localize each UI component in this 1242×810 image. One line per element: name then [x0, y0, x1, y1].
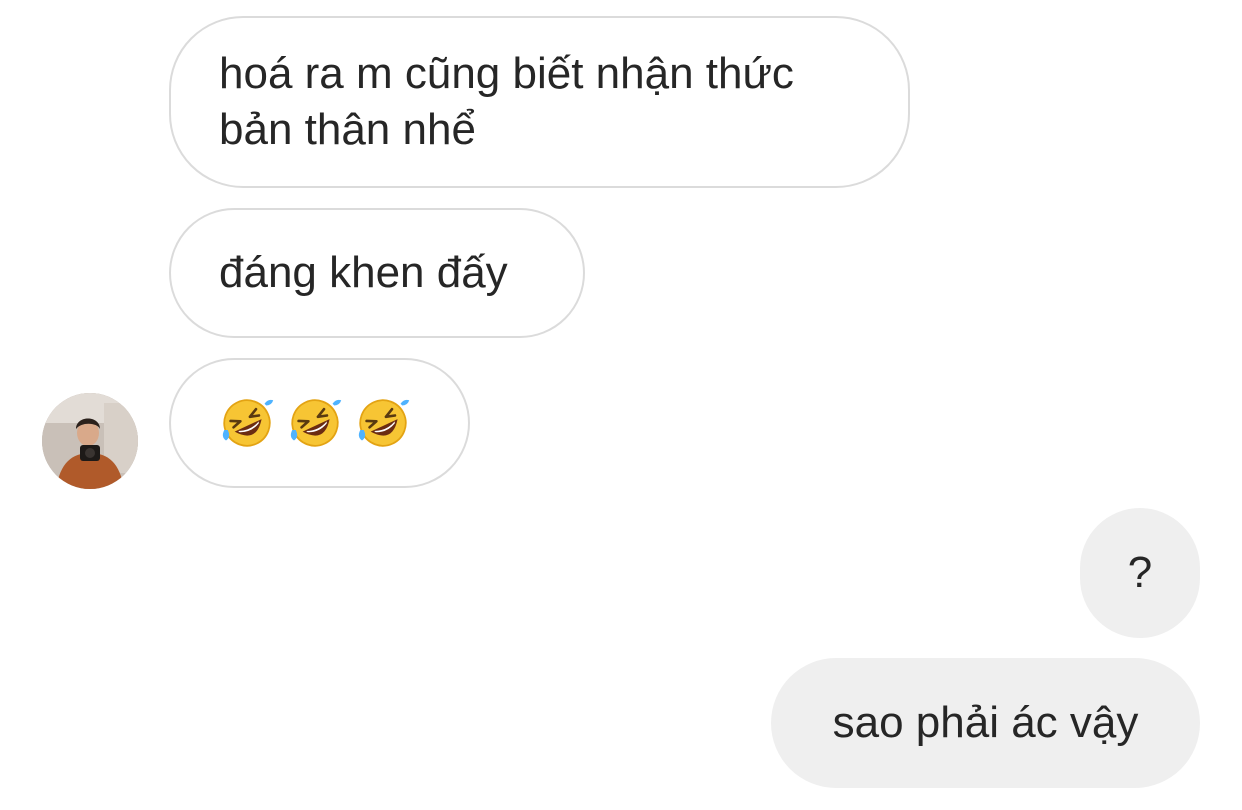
incoming-message-bubble[interactable]: hoá ra m cũng biết nhận thức bản thân nh… — [169, 16, 910, 188]
incoming-message-bubble[interactable]: đáng khen đấy — [169, 208, 585, 338]
rolling-on-floor-laughing-icon — [222, 399, 274, 447]
message-text: ? — [1127, 548, 1153, 597]
message-text: sao phải ác vậy — [832, 698, 1139, 747]
message-text: hoá ra m cũng biết nhận thức bản thân nh… — [219, 49, 794, 154]
incoming-emoji-bubble[interactable] — [169, 358, 470, 488]
outgoing-message-bubble[interactable]: sao phải ác vậy — [771, 658, 1200, 788]
user-avatar-photo-icon — [42, 393, 138, 489]
outgoing-message-bubble[interactable]: ? — [1080, 508, 1200, 638]
rolling-on-floor-laughing-icon — [358, 399, 410, 447]
contact-avatar[interactable] — [42, 393, 138, 489]
emoji-row — [219, 395, 411, 451]
message-text: đáng khen đấy — [219, 248, 508, 297]
rolling-on-floor-laughing-icon — [290, 399, 342, 447]
